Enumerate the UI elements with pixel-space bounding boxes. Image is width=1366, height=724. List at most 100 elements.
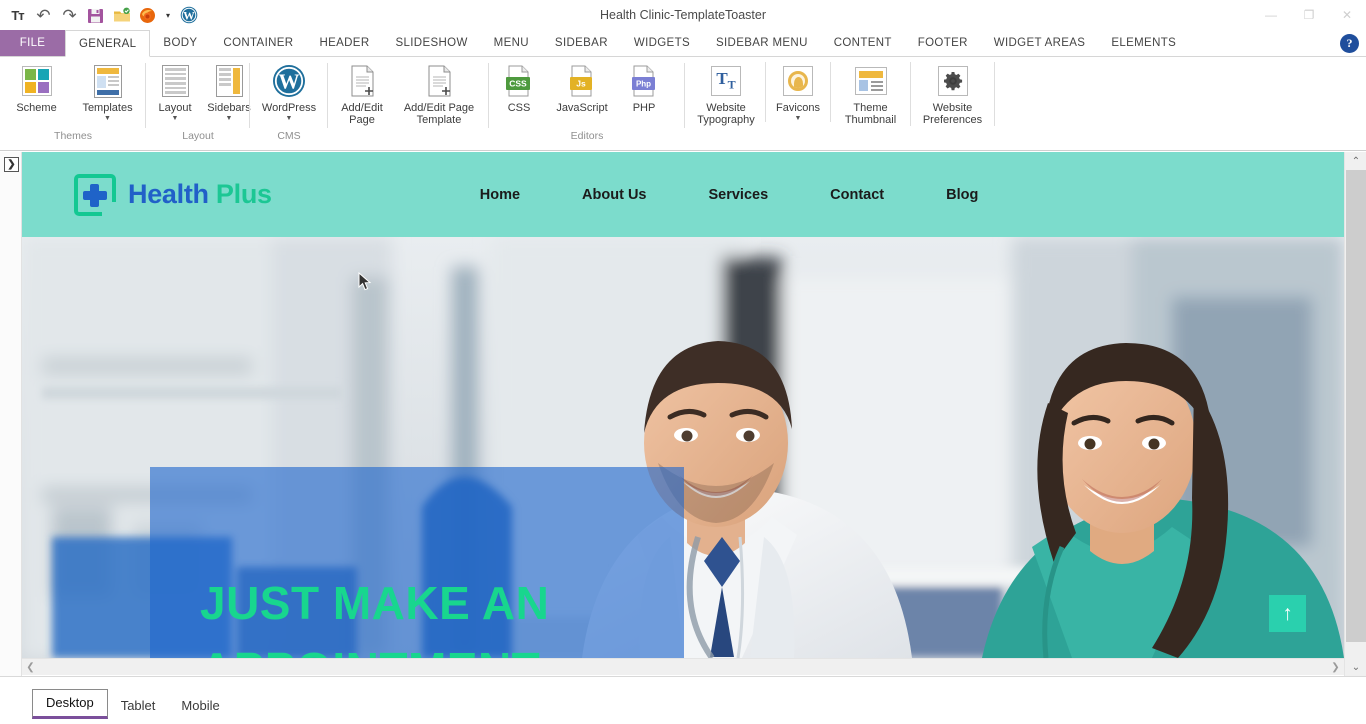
javascript-editor-button[interactable]: Js JavaScript bbox=[547, 62, 617, 114]
layout-icon bbox=[161, 62, 189, 100]
wordpress-label: WordPress bbox=[261, 102, 317, 114]
sidebars-caret-icon[interactable]: ▼ bbox=[226, 115, 233, 122]
wordpress-icon[interactable]: W bbox=[179, 6, 198, 25]
restore-button[interactable]: ❐ bbox=[1290, 0, 1328, 30]
ribbon-group-website-label bbox=[687, 128, 1035, 150]
save-icon[interactable] bbox=[86, 6, 105, 25]
nav-item-services[interactable]: Services bbox=[677, 187, 799, 203]
tab-menu[interactable]: MENU bbox=[481, 30, 542, 56]
scroll-left-icon[interactable]: ❮ bbox=[22, 659, 39, 676]
php-file-icon: Php bbox=[629, 62, 659, 100]
text-format-icon[interactable]: Tᴛ bbox=[8, 6, 27, 25]
tab-content[interactable]: CONTENT bbox=[821, 30, 905, 56]
canvas-horizontal-scrollbar[interactable]: ❮ ❯ bbox=[22, 658, 1344, 675]
tab-widgets[interactable]: WIDGETS bbox=[621, 30, 703, 56]
open-folder-icon[interactable] bbox=[112, 6, 131, 25]
mouse-cursor bbox=[358, 272, 372, 291]
redo-glyph: ↷ bbox=[62, 5, 77, 25]
site-nav: Home About Us Services Contact Blog bbox=[449, 187, 1010, 203]
scroll-to-top-icon[interactable]: ↑ bbox=[1269, 595, 1306, 632]
sidebars-button[interactable]: Sidebars ▼ bbox=[202, 62, 256, 122]
tab-footer[interactable]: FOOTER bbox=[905, 30, 981, 56]
svg-text:W: W bbox=[279, 70, 300, 94]
javascript-editor-label: JavaScript bbox=[556, 102, 608, 114]
preview-dropdown-icon[interactable]: ▾ bbox=[164, 6, 172, 25]
templates-icon bbox=[93, 62, 122, 100]
scheme-button[interactable]: Scheme bbox=[2, 62, 71, 114]
tab-file[interactable]: FILE bbox=[0, 30, 65, 56]
firefox-preview-icon[interactable] bbox=[138, 6, 157, 25]
website-preview-canvas[interactable]: Health Plus Home About Us Services Conta… bbox=[22, 152, 1344, 658]
redo-icon[interactable]: ↷ bbox=[60, 6, 79, 25]
sidebars-label: Sidebars bbox=[207, 102, 251, 114]
scroll-right-icon[interactable]: ❯ bbox=[1327, 659, 1344, 676]
quick-access-toolbar: Tᴛ ↶ ↷ ▾ W bbox=[0, 0, 198, 30]
tab-sidebar[interactable]: SIDEBAR bbox=[542, 30, 621, 56]
horizontal-scroll-thumb[interactable] bbox=[39, 660, 1159, 675]
close-button[interactable]: ✕ bbox=[1328, 0, 1366, 30]
templates-caret-icon[interactable]: ▼ bbox=[104, 115, 111, 122]
layout-label: Layout bbox=[158, 102, 192, 114]
hero-slideshow[interactable]: JUST MAKE AN APPOINTMENT ↑ bbox=[22, 237, 1344, 658]
theme-thumbnail-label: Theme Thumbnail bbox=[844, 102, 897, 126]
add-edit-page-template-button[interactable]: Add/Edit Page Template bbox=[394, 62, 484, 126]
wordpress-button[interactable]: W WordPress ▼ bbox=[252, 62, 326, 122]
layout-button[interactable]: Layout ▼ bbox=[148, 62, 202, 122]
theme-thumbnail-icon bbox=[854, 62, 887, 100]
layout-caret-icon[interactable]: ▼ bbox=[172, 115, 179, 122]
tab-sidebar-menu[interactable]: SIDEBAR MENU bbox=[703, 30, 821, 56]
sidebars-icon bbox=[215, 62, 243, 100]
nav-item-home[interactable]: Home bbox=[449, 187, 551, 203]
css-editor-label: CSS bbox=[507, 102, 531, 114]
scroll-down-icon[interactable]: ⌄ bbox=[1345, 658, 1366, 676]
add-edit-page-label: Add/Edit Page bbox=[341, 102, 383, 126]
device-tab-mobile[interactable]: Mobile bbox=[168, 693, 233, 719]
website-preferences-label: Website Preferences bbox=[922, 102, 983, 126]
device-tab-tablet[interactable]: Tablet bbox=[107, 693, 169, 719]
nav-item-about-us[interactable]: About Us bbox=[551, 187, 677, 203]
vertical-scroll-thumb[interactable] bbox=[1346, 170, 1366, 642]
theme-thumbnail-button[interactable]: Theme Thumbnail bbox=[831, 62, 911, 126]
tab-header[interactable]: HEADER bbox=[306, 30, 382, 56]
favicons-caret-icon[interactable]: ▼ bbox=[795, 115, 802, 122]
tab-body[interactable]: BODY bbox=[150, 30, 210, 56]
favicons-label: Favicons bbox=[775, 102, 821, 114]
help-icon[interactable]: ? bbox=[1340, 34, 1359, 53]
add-edit-page-button[interactable]: Add/Edit Page bbox=[330, 62, 394, 126]
templates-button[interactable]: Templates ▼ bbox=[71, 62, 144, 122]
expand-panel-button[interactable]: ❯ bbox=[4, 157, 19, 172]
device-tabs: Desktop Tablet Mobile bbox=[32, 689, 233, 719]
brand-primary: Health bbox=[128, 179, 209, 209]
gear-icon bbox=[937, 62, 968, 100]
svg-text:Js: Js bbox=[576, 79, 586, 89]
wordpress-caret-icon[interactable]: ▼ bbox=[286, 115, 293, 122]
scroll-up-icon[interactable]: ⌃ bbox=[1345, 152, 1366, 170]
tab-widget-areas[interactable]: WIDGET AREAS bbox=[981, 30, 1099, 56]
add-page-template-icon bbox=[426, 62, 453, 100]
tab-general[interactable]: GENERAL bbox=[65, 30, 151, 57]
hero-title-line1: JUST MAKE AN bbox=[200, 577, 550, 629]
minimize-button[interactable]: — bbox=[1252, 0, 1290, 30]
ribbon-group-pages: Add/Edit Page Add/Edit Page Template bbox=[328, 57, 489, 150]
nav-item-blog[interactable]: Blog bbox=[915, 187, 1009, 203]
device-tab-desktop[interactable]: Desktop bbox=[32, 689, 108, 719]
javascript-file-icon: Js bbox=[567, 62, 597, 100]
website-typography-button[interactable]: TT Website Typography bbox=[687, 62, 765, 126]
ribbon-group-pages-label bbox=[330, 128, 487, 150]
nav-item-contact[interactable]: Contact bbox=[799, 187, 915, 203]
tab-elements[interactable]: ELEMENTS bbox=[1098, 30, 1189, 56]
tab-slideshow[interactable]: SLIDESHOW bbox=[382, 30, 480, 56]
tab-container[interactable]: CONTAINER bbox=[210, 30, 306, 56]
scheme-icon bbox=[21, 62, 52, 100]
canvas-vertical-scrollbar[interactable]: ⌃ ⌄ bbox=[1344, 152, 1366, 676]
site-logo[interactable]: Health Plus bbox=[74, 173, 272, 218]
ribbon: Scheme Templates ▼ Themes Layout ▼ Sideb… bbox=[0, 57, 1366, 151]
php-editor-button[interactable]: Php PHP bbox=[617, 62, 671, 114]
website-preferences-button[interactable]: Website Preferences bbox=[911, 62, 995, 126]
undo-icon[interactable]: ↶ bbox=[34, 6, 53, 25]
site-header: Health Plus Home About Us Services Conta… bbox=[22, 152, 1344, 237]
wordpress-glyph: W bbox=[180, 6, 197, 24]
save-floppy-glyph bbox=[88, 8, 103, 23]
css-editor-button[interactable]: CSS CSS bbox=[491, 62, 547, 114]
favicons-button[interactable]: Favicons ▼ bbox=[765, 62, 831, 122]
